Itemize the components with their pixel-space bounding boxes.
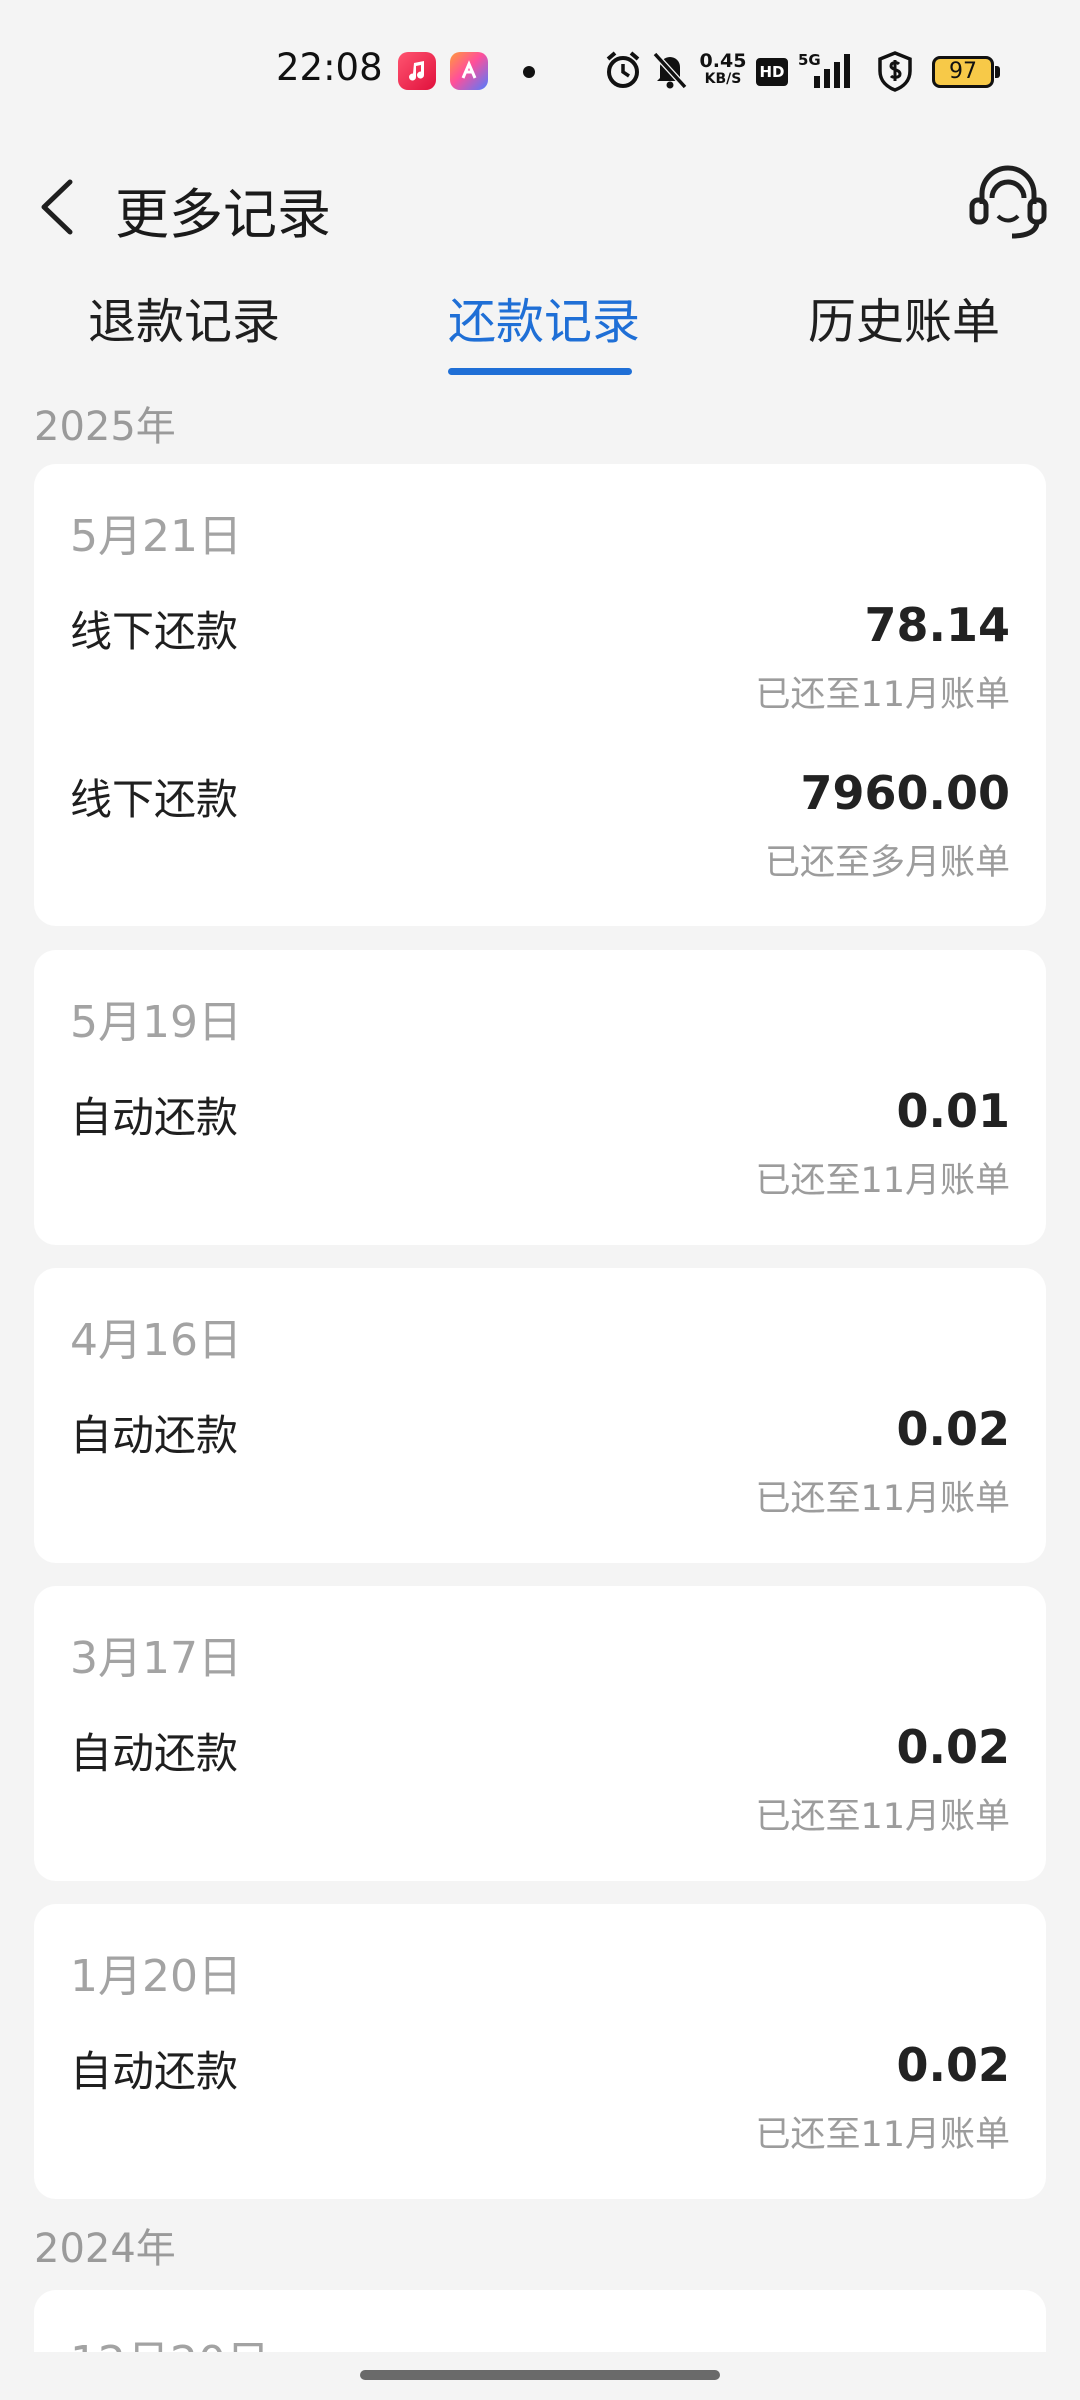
record-type: 自动还款 [70, 2047, 239, 2096]
day-card: 1月20日 自动还款 0.02 已还至11月账单 [34, 1904, 1046, 2199]
active-tab-indicator [448, 368, 632, 375]
hd-icon: HD [756, 58, 788, 86]
status-time: 22:08 [276, 46, 383, 89]
record-type: 自动还款 [70, 1411, 239, 1460]
header: 更多记录 [0, 140, 1080, 270]
network-speed: 0.45 KB/S [697, 52, 749, 88]
tab-refund-records[interactable]: 退款记录 [88, 282, 280, 352]
day-card: 5月19日 自动还款 0.01 已还至11月账单 [34, 950, 1046, 1245]
record-amount: 0.01 [896, 1084, 1011, 1138]
record-note: 已还至多月账单 [764, 843, 1010, 883]
net-speed-unit: KB/S [704, 71, 742, 87]
record-type: 自动还款 [70, 1093, 239, 1142]
notification-dot [523, 66, 535, 78]
record-amount: 0.02 [896, 1402, 1011, 1456]
year-label: 2025年 [34, 404, 176, 450]
tab-history-bills[interactable]: 历史账单 [808, 282, 1000, 352]
back-button[interactable] [30, 160, 100, 240]
day-date: 4月16日 [70, 1315, 242, 1366]
status-bar: 22:08 0.45 KB/S HD 5G 97 [0, 0, 1080, 140]
mute-icon [652, 50, 688, 94]
shield-icon [876, 50, 914, 96]
customer-service-button[interactable] [968, 154, 1048, 244]
net-speed-value: 0.45 [699, 50, 747, 72]
day-date: 5月21日 [70, 511, 242, 562]
battery-icon: 97 [932, 56, 1000, 88]
day-date: 3月17日 [70, 1633, 242, 1684]
navigation-bar [0, 2352, 1080, 2400]
record-amount: 7960.00 [800, 766, 1010, 820]
day-date: 12月20日 [70, 2326, 270, 2352]
day-card: 3月17日 自动还款 0.02 已还至11月账单 [34, 1586, 1046, 1881]
record-amount: 0.02 [896, 2038, 1011, 2092]
record-amount: 0.02 [896, 1720, 1011, 1774]
music-app-icon [398, 52, 436, 90]
record-amount: 78.14 [864, 598, 1010, 652]
day-date: 5月19日 [70, 997, 242, 1048]
year-label: 2024年 [34, 2226, 176, 2272]
home-indicator[interactable] [360, 2370, 720, 2380]
record-tabs: 退款记录 还款记录 历史账单 [0, 270, 1080, 380]
record-type: 线下还款 [70, 775, 239, 824]
record-note: 已还至11月账单 [755, 675, 1010, 715]
day-card: 5月21日 线下还款 78.14 已还至11月账单 线下还款 7960.00 已… [34, 464, 1046, 926]
record-note: 已还至11月账单 [755, 2115, 1010, 2155]
alarm-icon [604, 50, 642, 94]
day-card: 12月20日 [34, 2290, 1046, 2352]
record-type: 自动还款 [70, 1729, 239, 1778]
signal-icon: 5G [796, 50, 862, 96]
record-note: 已还至11月账单 [755, 1161, 1010, 1201]
day-card: 4月16日 自动还款 0.02 已还至11月账单 [34, 1268, 1046, 1563]
network-type-label: 5G [798, 51, 821, 69]
assistant-app-icon [450, 52, 488, 90]
chevron-left-icon [41, 179, 73, 235]
day-date: 1月20日 [70, 1951, 242, 2002]
record-note: 已还至11月账单 [755, 1479, 1010, 1519]
tab-repayment-records[interactable]: 还款记录 [448, 282, 640, 352]
record-note: 已还至11月账单 [755, 1797, 1010, 1837]
record-type: 线下还款 [70, 607, 239, 656]
headset-icon [969, 165, 1047, 239]
page-title: 更多记录 [115, 183, 331, 246]
